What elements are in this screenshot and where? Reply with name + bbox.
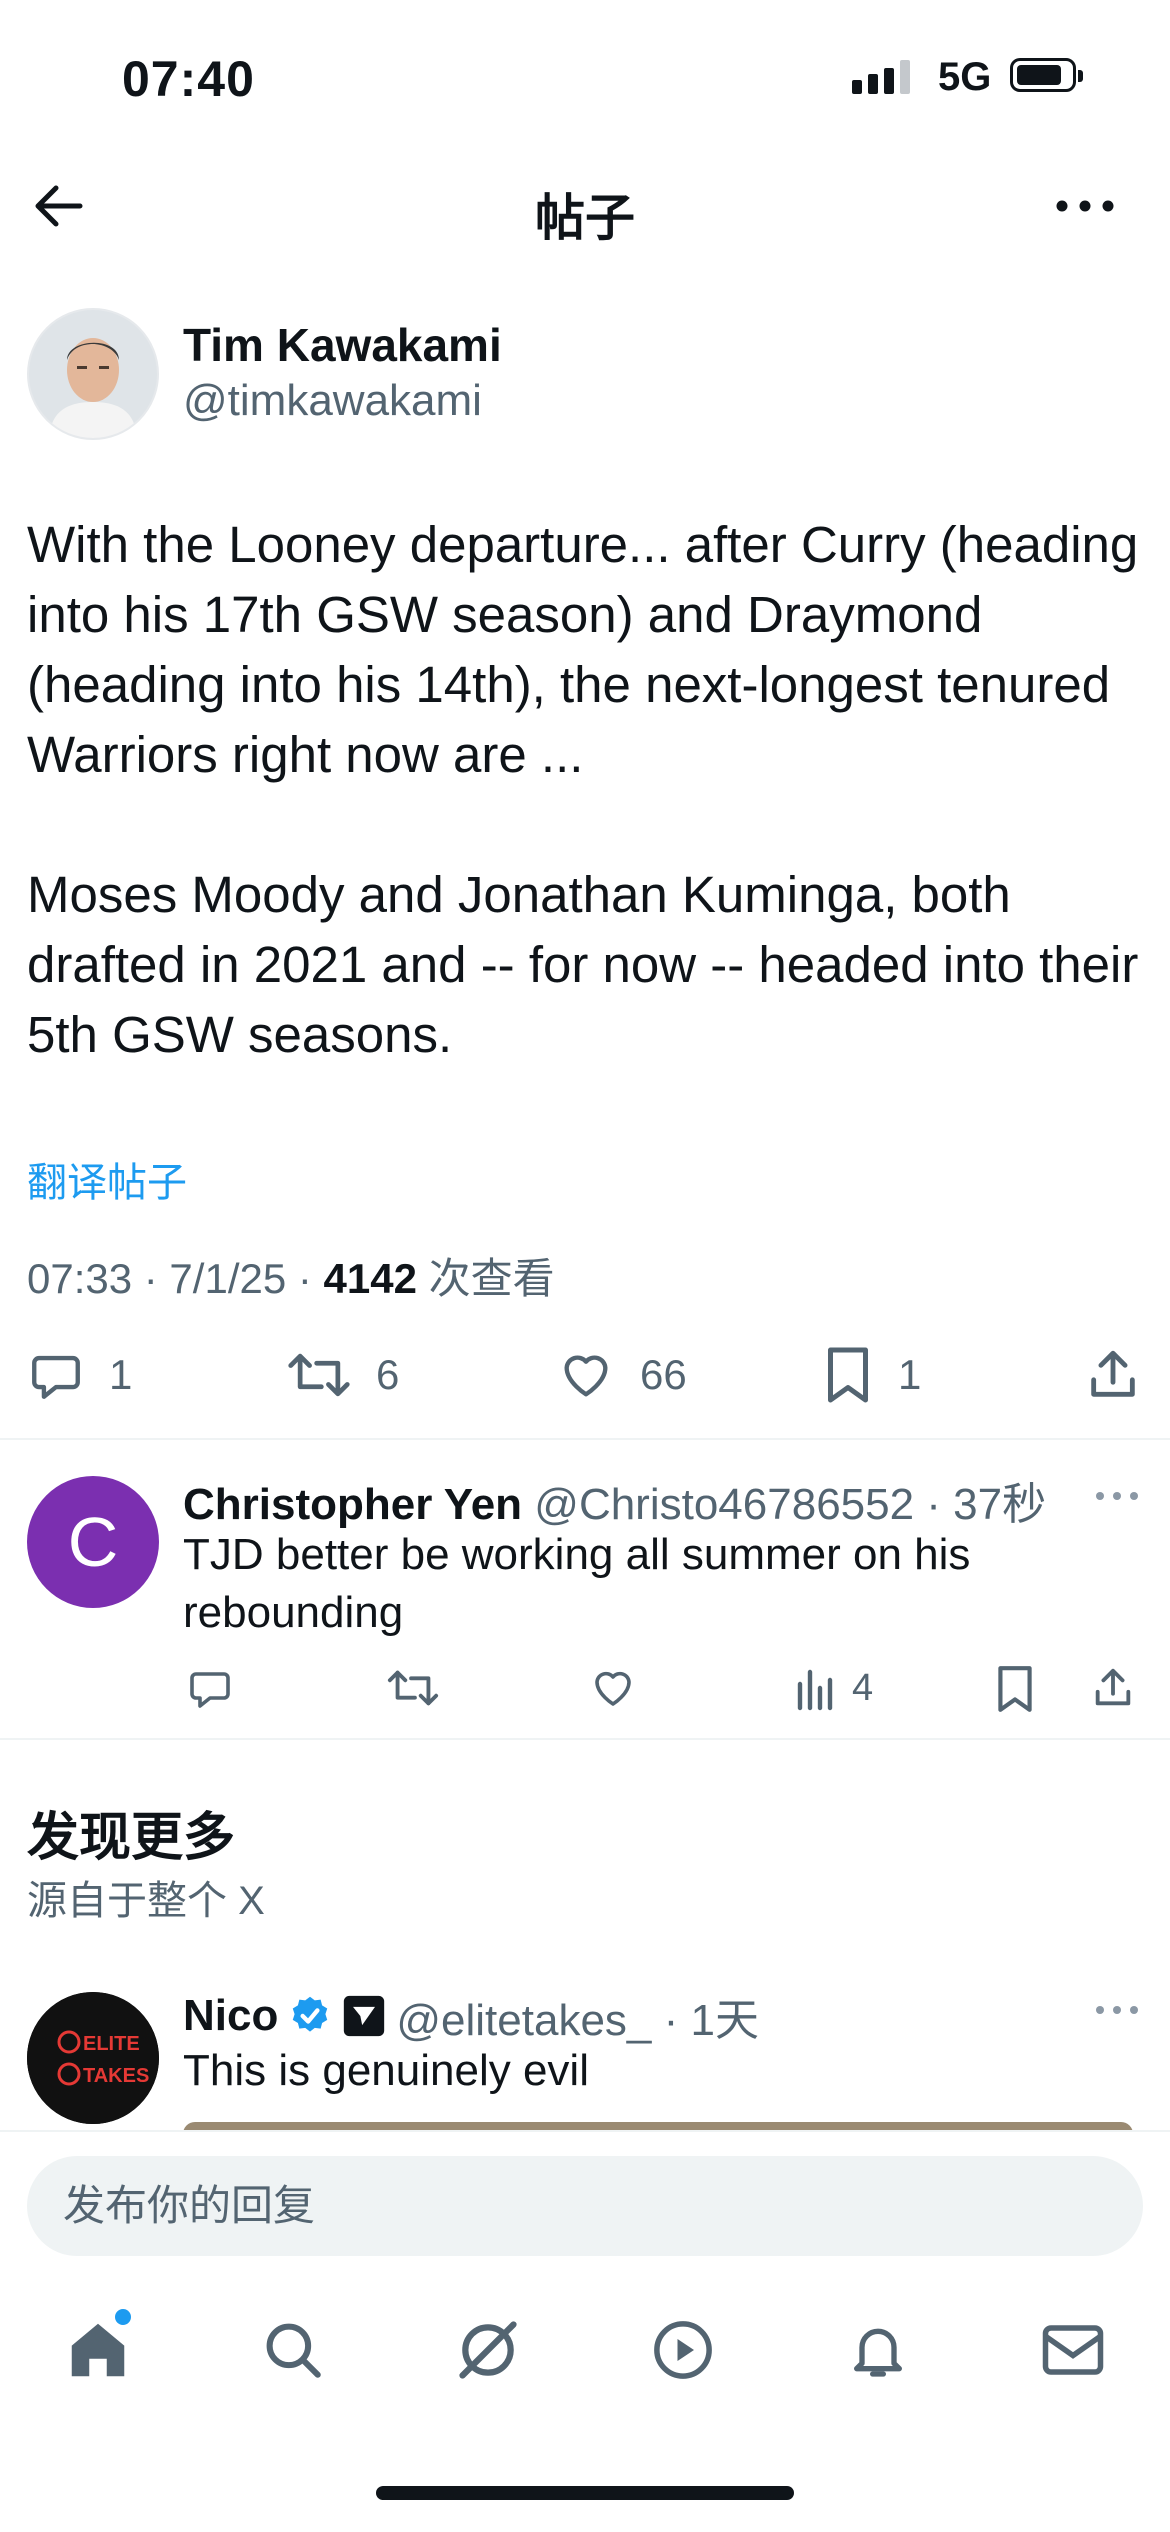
tab-grok[interactable] [443, 2305, 533, 2395]
suggested-author-name[interactable]: Nico [183, 1991, 278, 2041]
battery-icon [1010, 58, 1083, 92]
divider [0, 1738, 1170, 1740]
share-icon [1095, 1668, 1131, 1706]
views-count: 4142 [323, 1255, 417, 1302]
reply-action[interactable]: 1 [27, 1340, 132, 1410]
reply-views-action[interactable]: 4 [794, 1664, 873, 1712]
repost-icon [387, 1670, 439, 1706]
translate-post-link[interactable]: 翻译帖子 [27, 1150, 187, 1208]
tweet-timestamp: 07:33 · 7/1/25 · [27, 1255, 324, 1302]
reply-meta: @Christo46786552 · 37秒 [522, 1480, 1047, 1529]
reply-header: Christopher Yen @Christo46786552 · 37秒 [183, 1468, 1046, 1532]
author-handle[interactable]: @timkawakami [183, 376, 482, 426]
bookmark-count: 1 [898, 1351, 922, 1398]
tab-home[interactable] [53, 2305, 143, 2395]
reply-icon [190, 1672, 230, 1708]
avatar-logo-line1: ELITE [83, 2033, 140, 2055]
reply-views-count: 4 [852, 1666, 874, 1709]
bookmark-action[interactable]: 1 [822, 1340, 921, 1410]
affiliate-badge-icon [344, 1995, 385, 2037]
verified-badge-icon [293, 1996, 328, 2032]
home-icon [71, 2323, 124, 2377]
tab-notifications[interactable] [833, 2305, 923, 2395]
tweet-meta: 07:33 · 7/1/25 · 4142 次查看 [27, 1245, 555, 1306]
reply-repost-action[interactable] [386, 1664, 440, 1712]
network-label: 5G [938, 55, 992, 99]
suggested-avatar[interactable]: ELITE TAKES [27, 1992, 159, 2124]
like-count: 66 [640, 1351, 687, 1398]
reply-text: TJD better be working all summer on his … [183, 1530, 971, 1637]
bookmark-icon [828, 1347, 868, 1403]
heart-icon [595, 1671, 631, 1706]
author-avatar[interactable] [27, 308, 159, 440]
more-options-icon[interactable] [1050, 186, 1120, 226]
status-time: 07:40 [122, 51, 255, 107]
reply-icon [32, 1355, 80, 1399]
heart-icon [564, 1355, 608, 1397]
suggested-more-icon[interactable] [1092, 2000, 1142, 2020]
notification-dot [114, 2309, 131, 2325]
reply-author-name[interactable]: Christopher Yen [183, 1480, 522, 1529]
search-icon [266, 2323, 321, 2378]
divider [0, 1438, 1170, 1440]
envelope-icon [1042, 2325, 1103, 2375]
bookmark-icon [998, 1666, 1032, 1712]
reply-bookmark-action[interactable] [994, 1664, 1036, 1714]
reply-more-icon[interactable] [1092, 1486, 1142, 1506]
author-name[interactable]: Tim Kawakami [183, 318, 502, 372]
tweet-text: With the Looney departure... after Curry… [27, 516, 1139, 1063]
tab-messages[interactable] [1028, 2305, 1118, 2395]
reply-count: 1 [109, 1351, 133, 1398]
repost-count: 6 [376, 1351, 400, 1398]
repost-action[interactable]: 6 [286, 1340, 399, 1410]
page-title: 帖子 [535, 190, 635, 246]
signal-icon [852, 60, 910, 94]
share-icon [1091, 1350, 1135, 1397]
reply-avatar[interactable]: C [27, 1476, 159, 1608]
share-action[interactable] [1084, 1340, 1142, 1410]
reply-share-action[interactable] [1090, 1664, 1136, 1712]
reply-input[interactable] [27, 2156, 1143, 2256]
discover-subtitle: 源自于整个 X [27, 1879, 265, 1923]
like-action[interactable]: 66 [556, 1340, 687, 1410]
tab-search[interactable] [248, 2305, 338, 2395]
views-chart-icon [797, 1669, 833, 1711]
suggested-text: This is genuinely evil [183, 2046, 589, 2095]
bottom-tab-bar [0, 2290, 1170, 2410]
discover-title: 发现更多 [27, 1809, 236, 1867]
suggested-meta: @elitetakes_ · 1天 [396, 1996, 759, 2045]
tab-video[interactable] [638, 2305, 728, 2395]
suggested-header: Nico @elitetakes_ · 1天 [183, 1984, 759, 2048]
home-indicator [376, 2486, 794, 2500]
grok-icon [458, 2321, 517, 2379]
bell-icon [853, 2328, 902, 2377]
play-circle-icon [653, 2321, 712, 2379]
reply-reply-action[interactable] [186, 1664, 234, 1712]
avatar-logo-line2: TAKES [83, 2065, 149, 2087]
repost-icon [288, 1353, 350, 1397]
reply-like-action[interactable] [588, 1664, 638, 1712]
views-label: 次查看 [416, 1255, 555, 1302]
